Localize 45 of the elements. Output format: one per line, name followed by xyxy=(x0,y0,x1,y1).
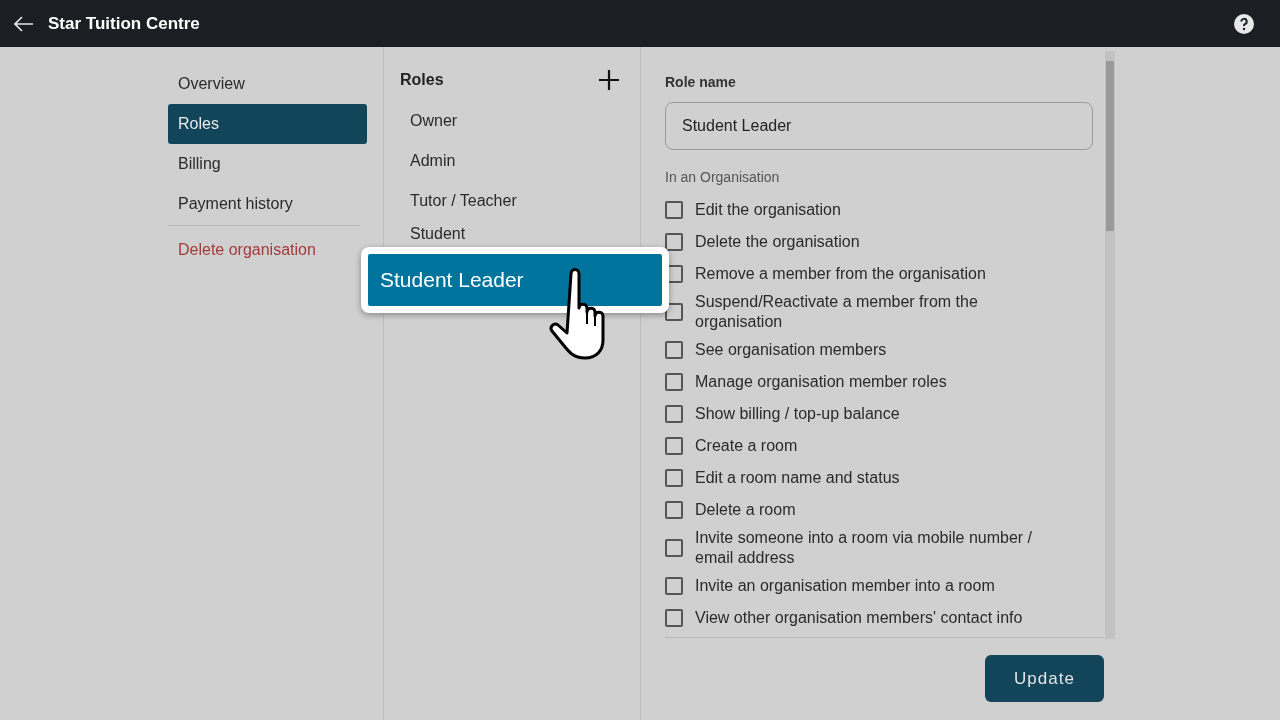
permission-label: Manage organisation member roles xyxy=(695,372,948,392)
nav-item[interactable]: Overview xyxy=(168,64,367,104)
checkbox[interactable] xyxy=(665,201,683,219)
scrollbar-thumb[interactable] xyxy=(1106,61,1114,231)
permission-label: Invite someone into a room via mobile number / email address xyxy=(695,528,1034,568)
permission-label: View other organisation members' contact info xyxy=(695,608,1024,628)
checkbox[interactable] xyxy=(665,469,683,487)
permission-label: Edit the organisation xyxy=(695,200,842,220)
dragged-role-item[interactable]: Student Leader xyxy=(368,254,662,306)
update-button[interactable]: Update xyxy=(985,655,1104,702)
add-icon[interactable] xyxy=(598,69,620,91)
role-item[interactable]: Student xyxy=(400,221,476,247)
help-icon[interactable] xyxy=(1234,13,1254,34)
checkbox[interactable] xyxy=(665,405,683,423)
checkbox[interactable] xyxy=(665,609,683,627)
checkbox[interactable] xyxy=(665,577,683,595)
section-label: In an Organisation xyxy=(665,168,781,187)
nav-item[interactable]: Payment history xyxy=(168,184,367,224)
permission-label: Delete the organisation xyxy=(695,232,861,252)
nav-item[interactable]: Roles xyxy=(168,104,367,144)
role-item[interactable]: Tutor / Teacher xyxy=(400,181,620,221)
checkbox[interactable] xyxy=(665,501,683,519)
header-title: Star Tuition Centre xyxy=(48,12,200,35)
permission-label: Delete a room xyxy=(695,500,797,520)
checkbox[interactable] xyxy=(665,373,683,391)
nav-item[interactable]: Delete organisation xyxy=(168,230,326,270)
role-item[interactable]: Owner xyxy=(400,101,620,141)
permission-label: Remove a member from the organisation xyxy=(695,264,987,284)
permission-label: See organisation members xyxy=(695,340,888,360)
checkbox[interactable] xyxy=(665,539,683,557)
permission-label: Invite an organisation member into a room xyxy=(695,576,996,596)
back-arrow-icon[interactable] xyxy=(14,15,34,32)
permission-label: Edit a room name and status xyxy=(695,468,901,488)
permission-label: Create a room xyxy=(695,436,799,456)
checkbox[interactable] xyxy=(665,437,683,455)
role-item[interactable]: Admin xyxy=(400,141,620,181)
dragged-role-card[interactable]: Student Leader xyxy=(361,247,669,313)
scrollbar[interactable] xyxy=(1105,51,1115,639)
permission-label: Suspend/Reactivate a member from the organisation xyxy=(695,292,979,332)
permission-label: Show billing / top-up balance xyxy=(695,404,901,424)
role-name-field[interactable]: Student Leader xyxy=(665,102,1093,150)
nav-item[interactable]: Billing xyxy=(168,144,367,184)
roles-heading: Roles xyxy=(400,70,444,90)
checkbox[interactable] xyxy=(665,341,683,359)
field-label: Role name xyxy=(665,73,737,92)
